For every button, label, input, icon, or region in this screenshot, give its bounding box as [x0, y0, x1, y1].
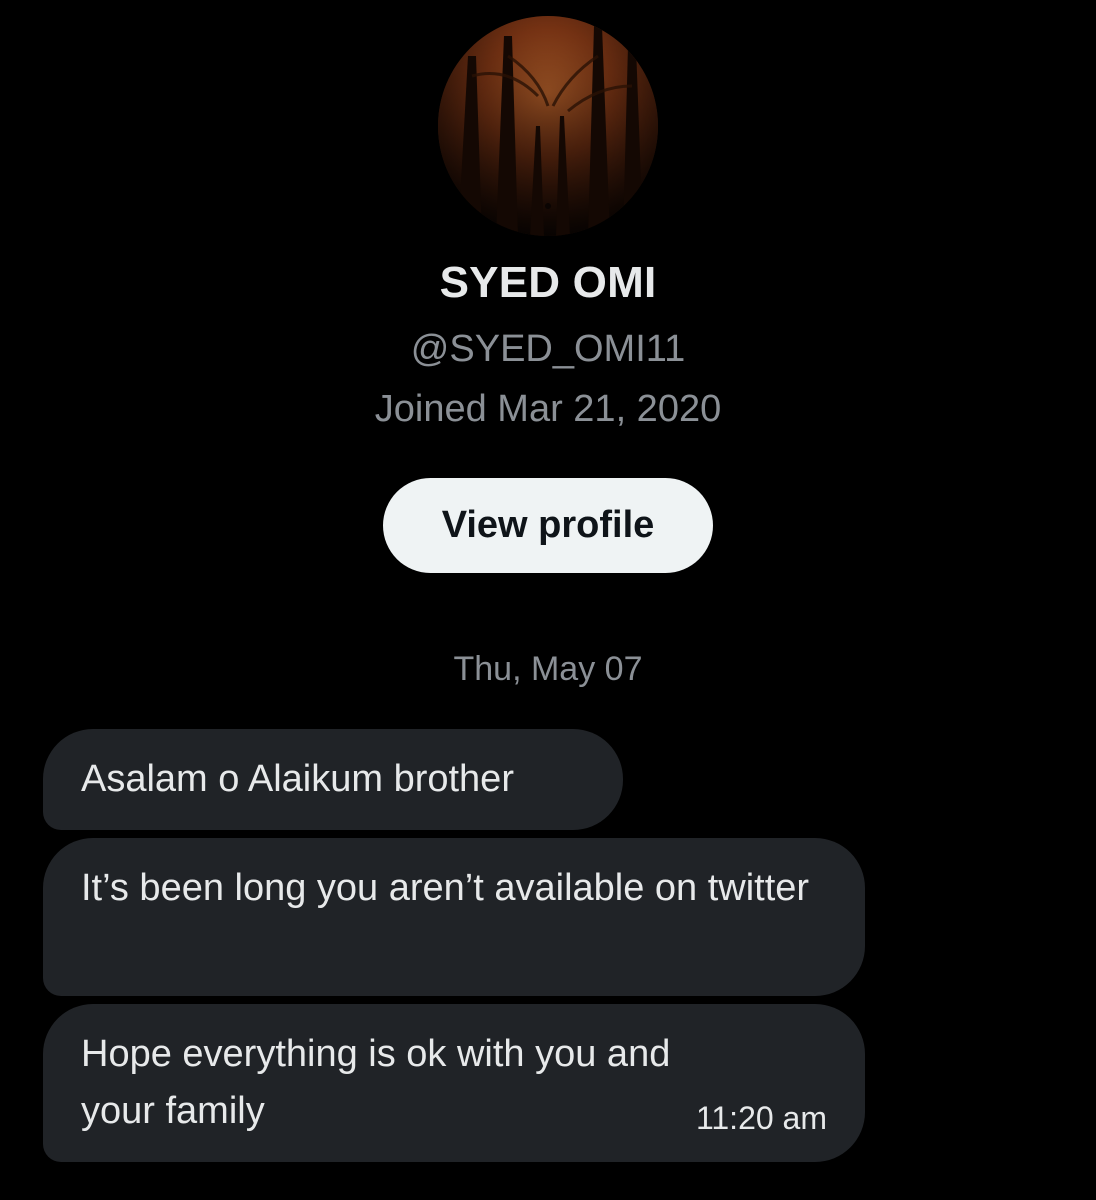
avatar-image — [438, 16, 658, 236]
message-bubble[interactable]: It’s been long you aren’t available on t… — [43, 838, 865, 996]
avatar[interactable] — [438, 16, 658, 236]
message-bubble[interactable]: Hope everything is ok with you and your … — [43, 1004, 865, 1162]
date-separator: Thu, May 07 — [453, 650, 643, 688]
joined-date: Joined Mar 21, 2020 — [374, 388, 722, 430]
message-text: It’s been long you aren’t available on t… — [81, 867, 810, 909]
message-text: Asalam o Alaikum brother — [81, 758, 514, 800]
profile-name: SYED OMI — [439, 258, 657, 307]
view-profile-button[interactable]: View profile — [383, 478, 713, 573]
profile-handle: @SYED_OMI11 — [410, 328, 686, 370]
message-bubble[interactable]: Asalam o Alaikum brother — [43, 729, 623, 830]
message-timestamp: 11:20 am — [695, 1100, 827, 1136]
